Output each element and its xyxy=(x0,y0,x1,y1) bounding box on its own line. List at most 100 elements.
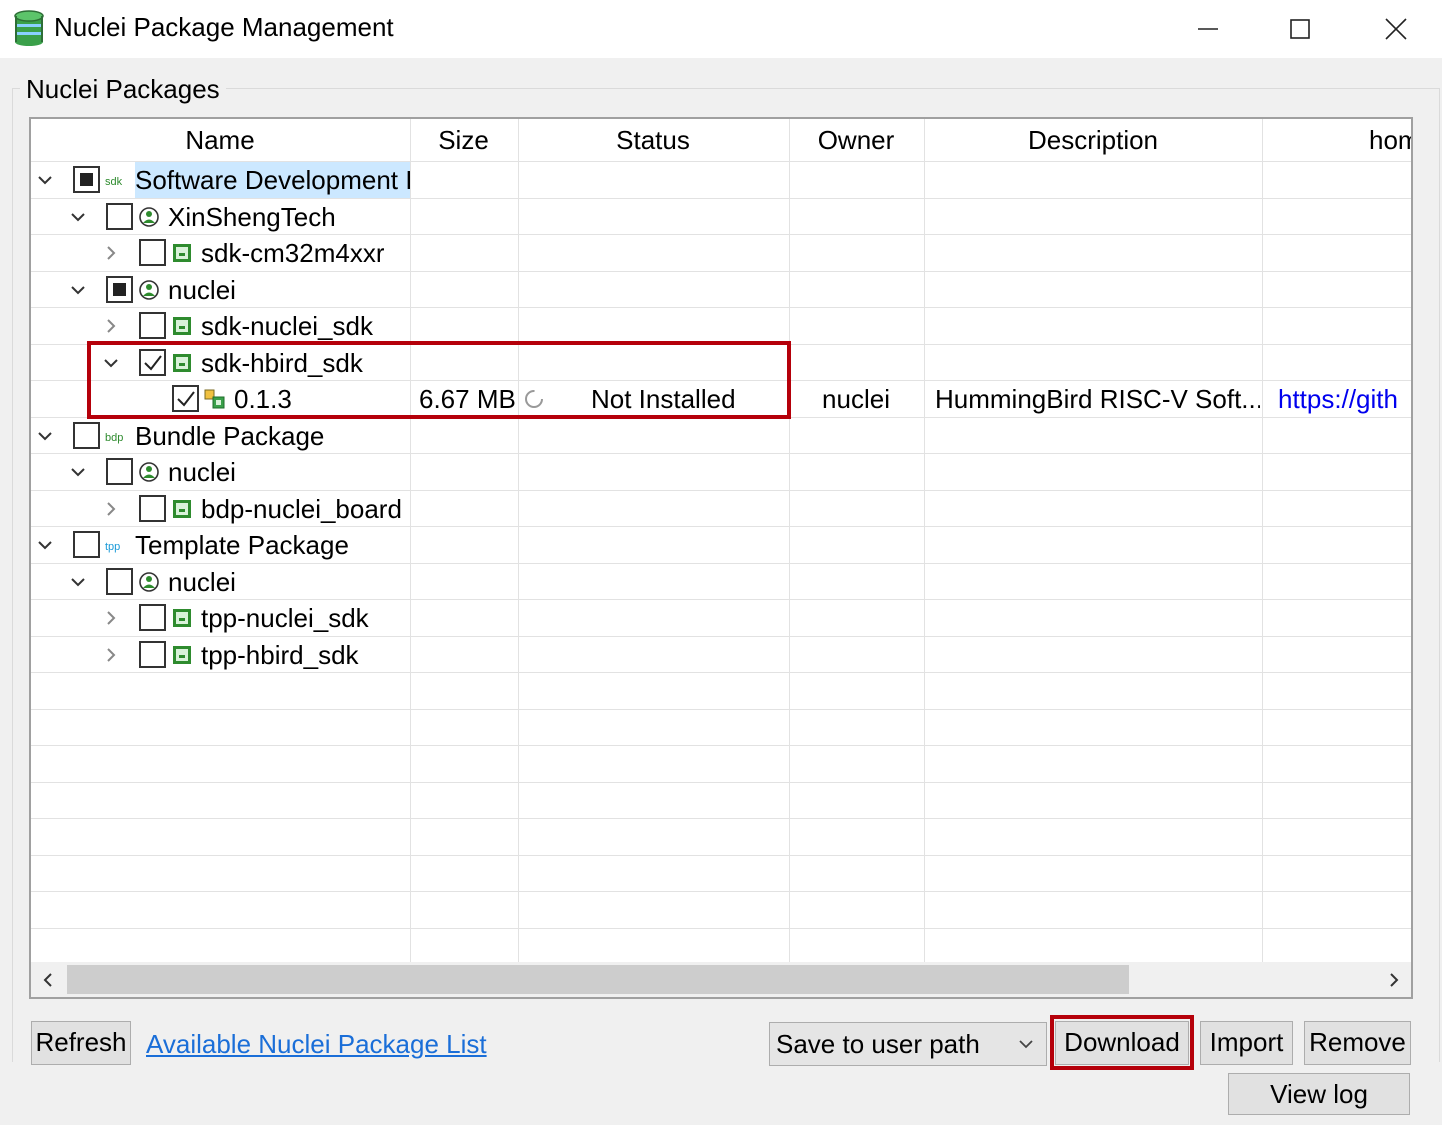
tree-item-label[interactable]: XinShengTech xyxy=(168,199,336,235)
remove-button[interactable]: Remove xyxy=(1304,1021,1411,1065)
annotation-highlight-download xyxy=(1050,1015,1194,1070)
package-icon xyxy=(171,315,193,337)
expand-chevron-down-icon[interactable] xyxy=(35,418,55,454)
row-gridline xyxy=(31,928,1411,929)
expand-chevron-down-icon[interactable] xyxy=(68,199,88,235)
scroll-right-arrow-icon[interactable] xyxy=(1377,962,1411,997)
tree-row[interactable]: bdp-nuclei_board xyxy=(31,491,1411,527)
row-checkbox[interactable] xyxy=(106,568,133,595)
expand-chevron-down-icon[interactable] xyxy=(68,564,88,600)
database-icon xyxy=(12,10,46,46)
row-checkbox[interactable] xyxy=(139,495,166,522)
expand-chevron-down-icon[interactable] xyxy=(35,162,55,198)
row-gridline xyxy=(31,855,1411,856)
tree-row[interactable]: tpp-hbird_sdk xyxy=(31,637,1411,673)
tree-item-label[interactable]: bdp-nuclei_board xyxy=(201,491,402,527)
row-checkbox[interactable] xyxy=(73,531,100,558)
row-checkbox[interactable] xyxy=(139,641,166,668)
save-path-value: Save to user path xyxy=(776,1029,980,1059)
owner-icon xyxy=(138,571,160,593)
bdp-category-icon: bdp xyxy=(105,425,127,447)
tree-item-label[interactable]: nuclei xyxy=(168,454,236,490)
svg-text:sdk: sdk xyxy=(105,176,123,188)
row-checkbox[interactable] xyxy=(139,604,166,631)
row-gridline xyxy=(31,709,1411,710)
row-checkbox[interactable] xyxy=(106,276,133,303)
tree-item-label[interactable]: nuclei xyxy=(168,272,236,308)
row-checkbox[interactable] xyxy=(139,312,166,339)
expand-chevron-down-icon[interactable] xyxy=(68,272,88,308)
minimize-icon xyxy=(1198,28,1218,30)
tree-row[interactable]: nuclei xyxy=(31,454,1411,490)
expand-chevron-right-icon[interactable] xyxy=(101,491,121,527)
row-checkbox[interactable] xyxy=(106,458,133,485)
tree-row[interactable]: sdk-cm32m4xxr xyxy=(31,235,1411,271)
horizontal-scrollbar[interactable] xyxy=(31,962,1411,997)
tree-row[interactable]: XinShengTech xyxy=(31,199,1411,235)
expand-chevron-right-icon[interactable] xyxy=(101,308,121,344)
homepage-link[interactable]: https://gith xyxy=(1278,381,1411,417)
svg-text:tpp: tpp xyxy=(105,541,120,553)
row-checkbox[interactable] xyxy=(73,422,100,449)
tree-row[interactable]: sdk Software Development I xyxy=(31,162,1411,198)
tree-row[interactable]: bdp Bundle Package xyxy=(31,418,1411,454)
package-icon xyxy=(171,498,193,520)
save-path-dropdown[interactable]: Save to user path xyxy=(769,1022,1047,1066)
tree-item-label[interactable]: tpp-nuclei_sdk xyxy=(201,600,369,636)
title-bar: Nuclei Package Management xyxy=(0,0,1442,58)
maximize-icon xyxy=(1290,19,1310,39)
owner-icon xyxy=(138,461,160,483)
owner-icon xyxy=(138,206,160,228)
sdk-category-icon: sdk xyxy=(105,169,127,191)
tree-item-label[interactable]: Software Development I xyxy=(135,162,410,198)
view-log-button[interactable]: View log xyxy=(1228,1073,1410,1115)
tree-row[interactable]: sdk-nuclei_sdk xyxy=(31,308,1411,344)
chevron-down-icon xyxy=(1019,1040,1033,1049)
tree-item-label[interactable]: sdk-cm32m4xxr xyxy=(201,235,384,271)
owner-cell: nuclei xyxy=(822,384,890,414)
svg-text:bdp: bdp xyxy=(105,432,123,444)
expand-chevron-down-icon[interactable] xyxy=(35,527,55,563)
expand-chevron-right-icon[interactable] xyxy=(101,235,121,271)
package-icon xyxy=(171,644,193,666)
refresh-button[interactable]: Refresh xyxy=(31,1021,131,1065)
tree-row[interactable]: nuclei xyxy=(31,272,1411,308)
row-checkbox[interactable] xyxy=(106,203,133,230)
description-cell: HummingBird RISC-V Soft... xyxy=(935,384,1260,414)
column-header-status[interactable]: Status xyxy=(518,119,788,161)
maximize-button[interactable] xyxy=(1254,0,1346,58)
row-gridline xyxy=(31,745,1411,746)
package-icon xyxy=(171,242,193,264)
tree-row[interactable]: tpp Template Package xyxy=(31,527,1411,563)
expand-chevron-right-icon[interactable] xyxy=(101,600,121,636)
window-title: Nuclei Package Management xyxy=(54,12,394,42)
import-button[interactable]: Import xyxy=(1200,1021,1293,1065)
expand-chevron-right-icon[interactable] xyxy=(101,637,121,673)
column-header-size[interactable]: Size xyxy=(410,119,517,161)
expand-chevron-down-icon[interactable] xyxy=(68,454,88,490)
package-tree-table[interactable]: Name Size Status Owner Description hom s… xyxy=(29,117,1413,999)
package-list-link[interactable]: Available Nuclei Package List xyxy=(146,1024,487,1064)
column-header-description[interactable]: Description xyxy=(924,119,1262,161)
row-gridline xyxy=(31,891,1411,892)
group-title: Nuclei Packages xyxy=(20,72,226,106)
row-checkbox[interactable] xyxy=(139,239,166,266)
row-gridline xyxy=(31,818,1411,819)
scrollbar-thumb[interactable] xyxy=(67,965,1129,994)
tree-item-label[interactable]: Template Package xyxy=(135,527,349,563)
tree-row[interactable]: nuclei xyxy=(31,564,1411,600)
close-button[interactable] xyxy=(1350,0,1442,58)
column-header-homepage[interactable]: hom xyxy=(1369,119,1411,161)
tree-item-label[interactable]: nuclei xyxy=(168,564,236,600)
tpp-category-icon: tpp xyxy=(105,534,127,556)
column-header-name[interactable]: Name xyxy=(31,119,409,161)
tree-item-label[interactable]: sdk-nuclei_sdk xyxy=(201,308,373,344)
column-header-owner[interactable]: Owner xyxy=(789,119,923,161)
close-icon xyxy=(1385,18,1407,40)
tree-item-label[interactable]: Bundle Package xyxy=(135,418,324,454)
scroll-left-arrow-icon[interactable] xyxy=(31,962,65,997)
minimize-button[interactable] xyxy=(1162,0,1254,58)
tree-row[interactable]: tpp-nuclei_sdk xyxy=(31,600,1411,636)
tree-item-label[interactable]: tpp-hbird_sdk xyxy=(201,637,359,673)
row-checkbox[interactable] xyxy=(73,166,100,193)
